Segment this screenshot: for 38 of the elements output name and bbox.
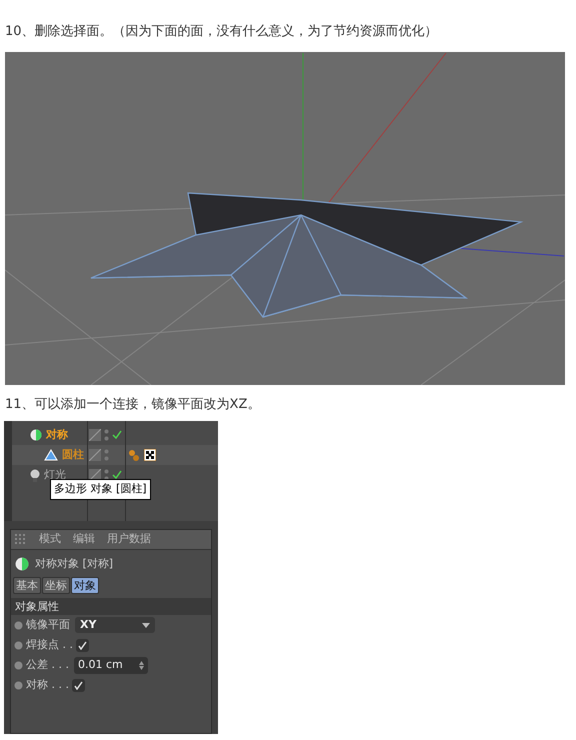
tab[interactable]: 坐标 (42, 576, 70, 594)
object-name[interactable]: 对称 (46, 426, 68, 444)
dropdown[interactable]: XY (75, 617, 155, 633)
menu-item[interactable]: 用户数据 (107, 531, 151, 548)
radio-dot-icon[interactable] (14, 640, 23, 650)
dots-icon[interactable] (104, 449, 109, 461)
field-label: 镜像平面 (26, 616, 70, 633)
menu-item[interactable]: 模式 (39, 531, 61, 548)
check-icon[interactable] (112, 430, 122, 440)
tab[interactable]: 基本 (13, 576, 41, 594)
number-field[interactable]: 0.01 cm (74, 656, 148, 674)
triangle-icon (44, 449, 58, 461)
object-title: 对称对象 [对称] (35, 556, 114, 572)
sphere-icon (30, 429, 42, 441)
section-header: 对象属性 (11, 598, 211, 614)
dots-icon[interactable] (104, 429, 109, 441)
step-text: 11、可以添加一个连接，镜像平面改为XZ。 (5, 397, 262, 414)
field-label: 焊接点 . . (26, 636, 73, 653)
tooltip: 多边形 对象 [圆柱] (50, 479, 151, 500)
field-label: 公差 . . . (26, 656, 69, 673)
field-label: 对称 . . . (26, 676, 69, 693)
step-text: 10、删除选择面。（因为下面的面，没有什么意义，为了节约资源而优化） (5, 24, 439, 41)
checkbox[interactable] (76, 638, 89, 652)
bulb-icon (30, 468, 40, 482)
caret-icon[interactable] (142, 622, 150, 628)
object-name[interactable]: 圆柱 (62, 446, 84, 464)
tab[interactable]: 对象 (71, 576, 99, 594)
stepper-icon[interactable] (138, 660, 144, 670)
spheres-tag-icon[interactable] (128, 449, 140, 461)
checkbox[interactable] (72, 678, 85, 692)
sphere-icon (15, 557, 29, 572)
checker-tag-icon[interactable] (144, 449, 156, 461)
check-icon[interactable] (112, 470, 122, 480)
radio-dot-icon[interactable] (14, 660, 23, 670)
radio-dot-icon[interactable] (14, 680, 23, 690)
menu-item[interactable]: 编辑 (73, 531, 95, 548)
radio-dot-icon[interactable] (14, 620, 23, 630)
grip-icon[interactable] (15, 534, 27, 546)
